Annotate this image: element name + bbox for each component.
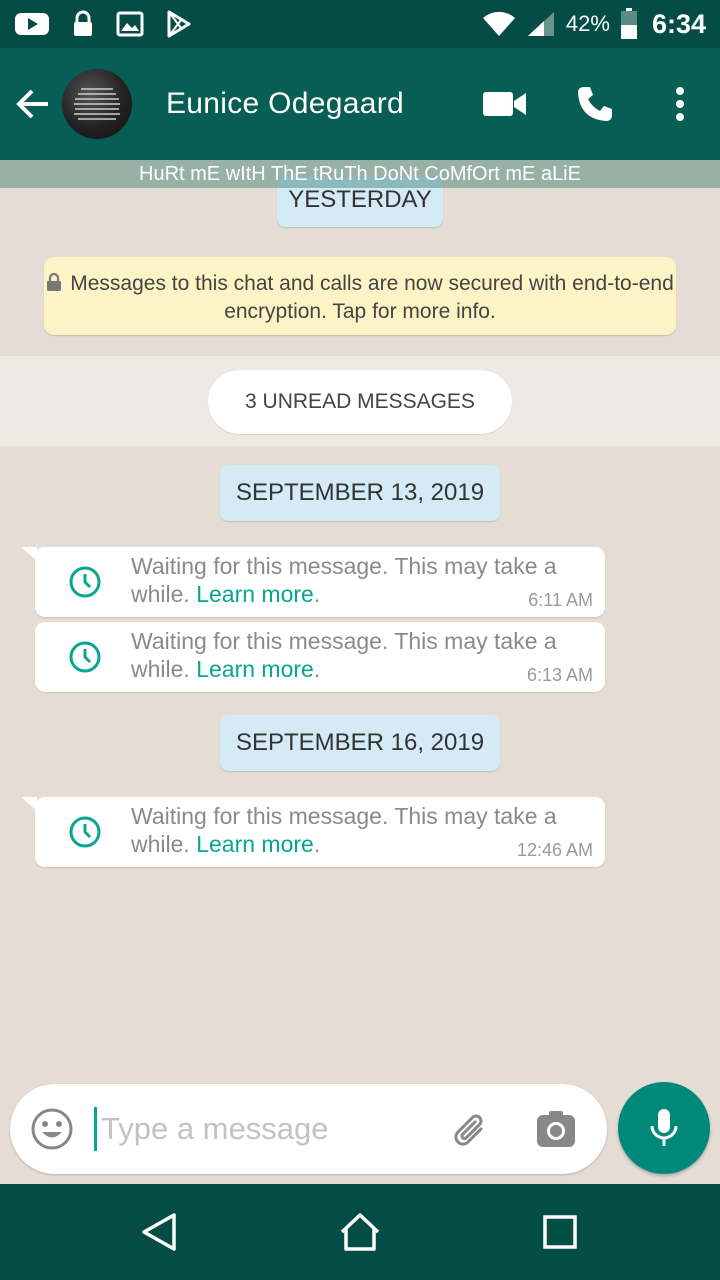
date-divider-sep-13: SEPTEMBER 13, 2019 <box>220 465 500 521</box>
learn-more-link[interactable]: Learn more <box>196 656 314 682</box>
learn-more-link[interactable]: Learn more <box>196 831 314 857</box>
nav-home-icon <box>340 1213 380 1251</box>
encryption-notice-text: Messages to this chat and calls are now … <box>70 272 674 323</box>
message-input-wrapper <box>94 1107 431 1151</box>
message-body: Waiting for this message. This may take … <box>131 553 557 607</box>
avatar[interactable] <box>62 69 132 139</box>
attach-button[interactable] <box>431 1084 511 1174</box>
status-clock: 6:34 <box>651 8 706 39</box>
learn-more-link[interactable]: Learn more <box>196 581 314 607</box>
pending-clock-icon <box>55 807 115 857</box>
pending-clock-icon <box>55 557 115 607</box>
message-time: 12:46 AM <box>516 840 593 860</box>
nav-back-icon <box>142 1213 176 1251</box>
chat-header: Eunice Odegaard <box>0 48 720 160</box>
encryption-notice[interactable]: Messages to this chat and calls are now … <box>44 257 676 335</box>
message-body: Waiting for this message. This may take … <box>131 803 557 857</box>
video-call-button[interactable] <box>460 48 550 160</box>
status-bar: 42% 6:34 <box>0 0 720 48</box>
image-icon <box>116 10 144 38</box>
lock-icon <box>72 10 94 38</box>
wifi-icon <box>482 10 516 38</box>
message-time: 6:11 AM <box>528 590 593 610</box>
emoji-icon <box>31 1108 73 1150</box>
voice-call-button[interactable] <box>550 48 640 160</box>
paperclip-icon <box>454 1114 483 1146</box>
system-nav-bar <box>0 1184 720 1280</box>
voice-call-icon <box>578 87 612 121</box>
battery-percent: 42% <box>565 11 610 36</box>
nav-home-button[interactable] <box>315 1184 405 1280</box>
camera-icon <box>537 1111 575 1147</box>
battery-icon <box>620 8 638 40</box>
emoji-button[interactable] <box>10 1084 94 1174</box>
date-divider-sep-16: SEPTEMBER 16, 2019 <box>220 715 500 771</box>
message-bubble[interactable]: Waiting for this message. This may take … <box>21 797 605 867</box>
nav-back-button[interactable] <box>115 1184 205 1280</box>
contact-about: HuRt mE wItH ThE tRuTh DoNt CoMfOrt mE a… <box>0 160 720 188</box>
more-options-icon <box>676 87 684 121</box>
video-call-icon <box>483 92 526 116</box>
youtube-icon <box>14 11 50 37</box>
unread-messages-label: 3 UNREAD MESSAGES <box>208 370 512 434</box>
avatar-image <box>70 85 124 123</box>
back-button[interactable] <box>4 48 62 160</box>
lock-icon <box>46 272 62 299</box>
message-body: Waiting for this message. This may take … <box>131 628 557 682</box>
message-composer <box>10 1084 607 1174</box>
message-text: Waiting for this message. This may take … <box>131 628 557 682</box>
play-store-icon <box>166 10 192 38</box>
message-bubble[interactable]: Waiting for this message. This may take … <box>35 622 605 692</box>
message-text: Waiting for this message. This may take … <box>131 553 557 607</box>
more-options-button[interactable] <box>640 48 720 160</box>
voice-record-button[interactable] <box>618 1082 710 1174</box>
message-input[interactable] <box>101 1111 421 1147</box>
pending-clock-icon <box>55 632 115 682</box>
microphone-icon <box>650 1109 678 1146</box>
nav-recents-icon <box>543 1215 577 1249</box>
message-time: 6:13 AM <box>526 665 593 685</box>
nav-recents-button[interactable] <box>515 1184 605 1280</box>
message-bubble[interactable]: Waiting for this message. This may take … <box>21 547 605 617</box>
signal-icon <box>526 10 556 38</box>
back-arrow-icon <box>16 89 48 119</box>
contact-name[interactable]: Eunice Odegaard <box>166 87 460 121</box>
camera-button[interactable] <box>511 1084 601 1174</box>
